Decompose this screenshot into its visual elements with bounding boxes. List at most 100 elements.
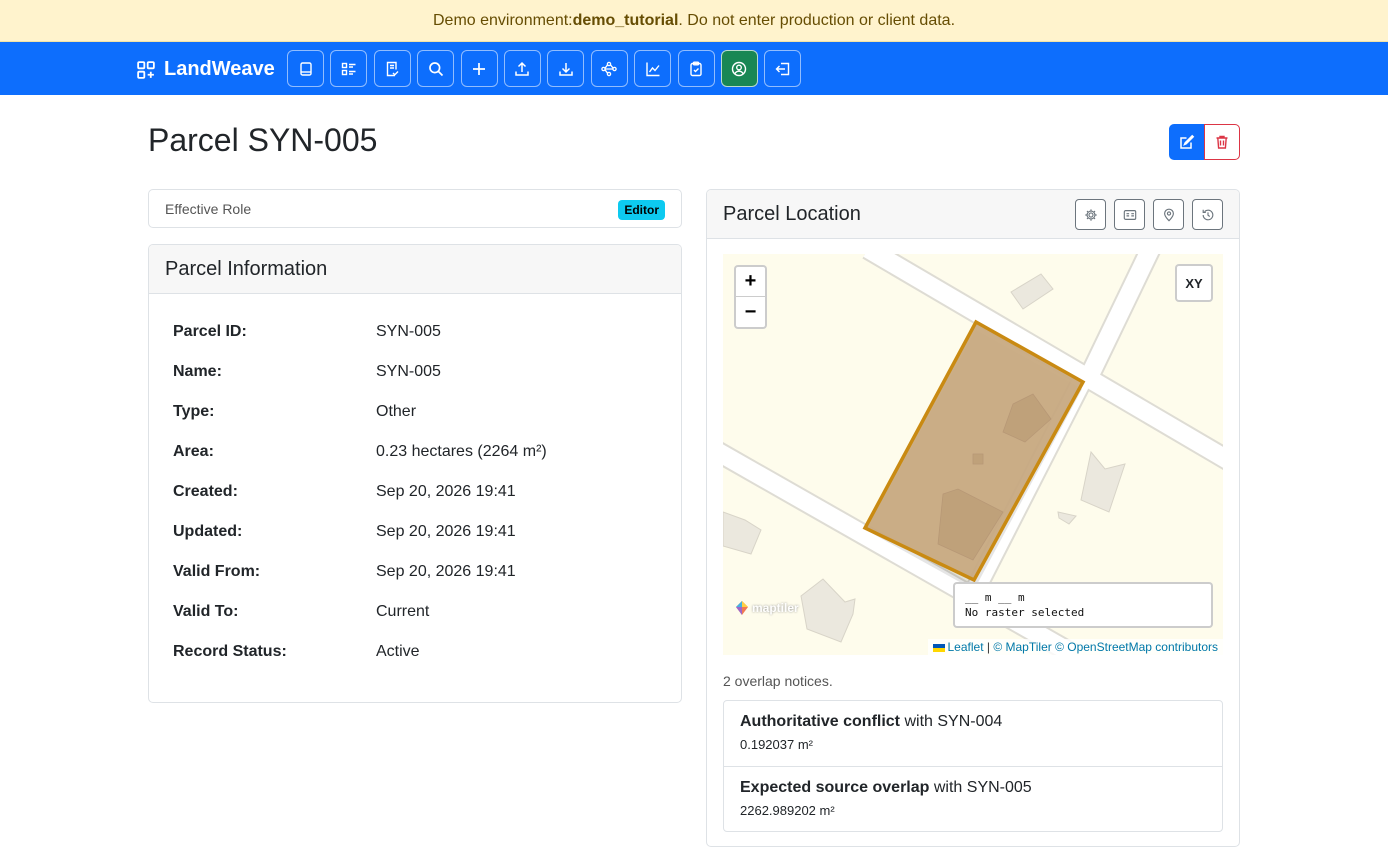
overlap-count: 2 overlap notices.	[723, 673, 833, 689]
page-title: Parcel SYN-005	[148, 122, 378, 158]
overlap-with: with SYN-005	[929, 779, 1032, 796]
attribution-separator: |	[983, 640, 994, 654]
nav-profile-button[interactable]	[720, 50, 758, 87]
brand-name: LandWeave	[164, 58, 275, 80]
raster-status: No raster selected	[965, 606, 1085, 619]
apps-grid-icon	[137, 60, 155, 79]
zoom-control: + −	[734, 265, 767, 329]
info-label: Valid From:	[173, 563, 261, 580]
nav-download-button[interactable]	[547, 50, 585, 87]
effective-role-label: Effective Role	[165, 201, 252, 217]
gear-icon	[1084, 208, 1097, 221]
overlap-title: Authoritative conflict with SYN-004	[740, 713, 1206, 731]
nav-button-group	[287, 50, 802, 87]
parcel-information-header: Parcel Information	[149, 245, 681, 294]
info-value: Sep 20, 2026 19:41	[376, 483, 516, 500]
nav-upload-button[interactable]	[503, 50, 541, 87]
demo-environment-banner: Demo environment: demo_tutorial. Do not …	[0, 0, 1388, 42]
parcel-location-title: Parcel Location	[723, 203, 861, 225]
brand-link[interactable]: LandWeave	[137, 58, 275, 81]
user-circle-icon	[732, 61, 747, 76]
nav-audit-button[interactable]	[677, 50, 715, 87]
info-label: Valid To:	[173, 603, 239, 620]
maptiler-logo-icon	[736, 601, 748, 615]
map-pin-icon	[1163, 208, 1174, 221]
nav-graph-button[interactable]	[590, 50, 628, 87]
list-icon	[341, 62, 356, 75]
info-value: SYN-005	[376, 323, 441, 340]
zoom-in-button[interactable]: +	[736, 267, 765, 297]
chart-icon	[645, 62, 660, 76]
map-attribution: Leaflet | © MapTiler © OpenStreetMap con…	[927, 639, 1223, 655]
parcel-location-card: Parcel Location + − XY __ m __ m No rast…	[706, 189, 1240, 847]
banner-env-name: demo_tutorial	[572, 11, 679, 29]
pencil-square-icon	[1180, 134, 1195, 149]
ukraine-flag-icon	[932, 643, 945, 652]
role-badge: Editor	[618, 200, 665, 220]
info-value: SYN-005	[376, 363, 441, 380]
info-label: Created:	[173, 483, 238, 500]
overlap-title: Expected source overlap with SYN-005	[740, 779, 1206, 797]
info-value: Current	[376, 603, 430, 620]
parcel-card-button[interactable]	[1114, 199, 1145, 230]
overlap-with: with SYN-004	[900, 713, 1003, 730]
info-label: Area:	[173, 443, 214, 460]
coordinate-readout: __ m __ m No raster selected	[953, 582, 1213, 628]
location-tools	[1075, 199, 1223, 230]
nav-add-button[interactable]	[460, 50, 498, 87]
xy-toggle-button[interactable]: XY	[1175, 264, 1213, 302]
sign-out-icon	[775, 62, 789, 75]
info-label: Record Status:	[173, 643, 287, 660]
info-value: Other	[376, 403, 417, 420]
overlap-item: Expected source overlap with SYN-005 2262…	[724, 766, 1222, 831]
trash-icon	[1216, 135, 1228, 149]
history-icon	[1202, 209, 1213, 220]
nav-docs-button[interactable]	[287, 50, 324, 87]
info-value: Sep 20, 2026 19:41	[376, 563, 516, 580]
nav-tasks-button[interactable]	[373, 50, 411, 87]
coordinate-line: __ m __ m	[965, 591, 1025, 604]
info-value: Sep 20, 2026 19:41	[376, 523, 516, 540]
maptiler-logo[interactable]: maptiler	[734, 600, 799, 616]
nav-list-button[interactable]	[330, 50, 368, 87]
overlap-kind: Expected source overlap	[740, 779, 930, 796]
info-label: Type:	[173, 403, 215, 420]
info-label: Updated:	[173, 523, 243, 540]
search-icon	[428, 61, 443, 76]
zoom-out-button[interactable]: −	[736, 297, 765, 327]
overlap-kind: Authoritative conflict	[740, 713, 901, 730]
clipboard-icon	[690, 61, 702, 76]
banner-prefix: Demo environment:	[432, 11, 573, 29]
maptiler-link[interactable]: © MapTiler	[993, 640, 1051, 654]
checklist-icon	[387, 61, 399, 76]
leaflet-link[interactable]: Leaflet	[948, 640, 984, 654]
map-settings-button[interactable]	[1075, 199, 1106, 230]
overlap-item: Authoritative conflict with SYN-004 0.192…	[724, 701, 1222, 766]
download-icon	[559, 62, 573, 76]
osm-link[interactable]: © OpenStreetMap contributors	[1055, 640, 1218, 654]
overlap-list: Authoritative conflict with SYN-004 0.192…	[723, 700, 1223, 832]
upload-icon	[515, 61, 530, 76]
share-nodes-icon	[601, 61, 617, 76]
nav-reports-button[interactable]	[634, 50, 672, 87]
overlap-area: 2262.989202 m²	[740, 803, 835, 818]
edit-parcel-button[interactable]	[1169, 124, 1205, 160]
top-navbar: LandWeave	[0, 42, 1388, 95]
overlap-area: 0.192037 m²	[740, 737, 813, 752]
locate-parcel-button[interactable]	[1153, 199, 1184, 230]
nav-search-button[interactable]	[417, 50, 455, 87]
delete-parcel-button[interactable]	[1204, 124, 1240, 160]
effective-role-card: Effective Role Editor	[148, 189, 682, 228]
info-value: Active	[376, 643, 420, 660]
nav-logout-button[interactable]	[764, 50, 802, 87]
parcel-information-card: Parcel Information Parcel ID: SYN-005 Name…	[148, 244, 682, 703]
parcel-map[interactable]: + − XY __ m __ m No raster selected mapt…	[723, 254, 1223, 655]
book-icon	[299, 61, 312, 76]
parcel-history-button[interactable]	[1192, 199, 1223, 230]
info-label: Parcel ID:	[173, 323, 247, 340]
id-card-icon	[1123, 209, 1136, 220]
banner-suffix: . Do not enter production or client data…	[678, 11, 956, 29]
info-value: 0.23 hectares (2264 m²)	[376, 443, 547, 460]
info-label: Name:	[173, 363, 222, 380]
plus-icon	[473, 62, 486, 75]
